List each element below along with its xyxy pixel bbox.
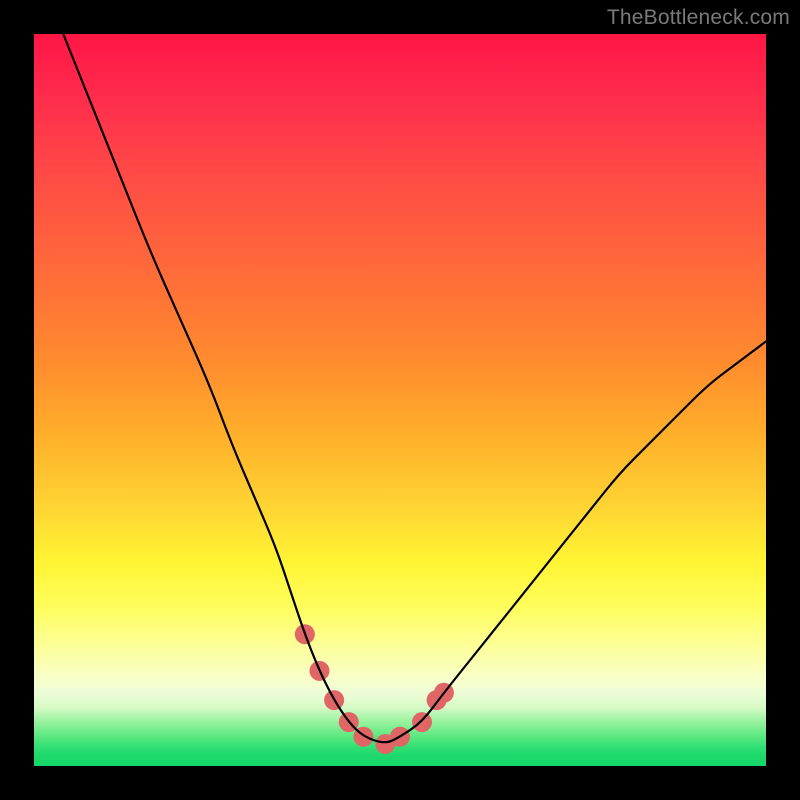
marker-group <box>295 624 454 754</box>
chart-svg <box>34 34 766 766</box>
watermark-text: TheBottleneck.com <box>607 6 790 30</box>
plot-area <box>34 34 766 766</box>
bottleneck-curve <box>63 34 766 742</box>
highlight-marker <box>412 712 432 732</box>
chart-frame: TheBottleneck.com <box>0 0 800 800</box>
